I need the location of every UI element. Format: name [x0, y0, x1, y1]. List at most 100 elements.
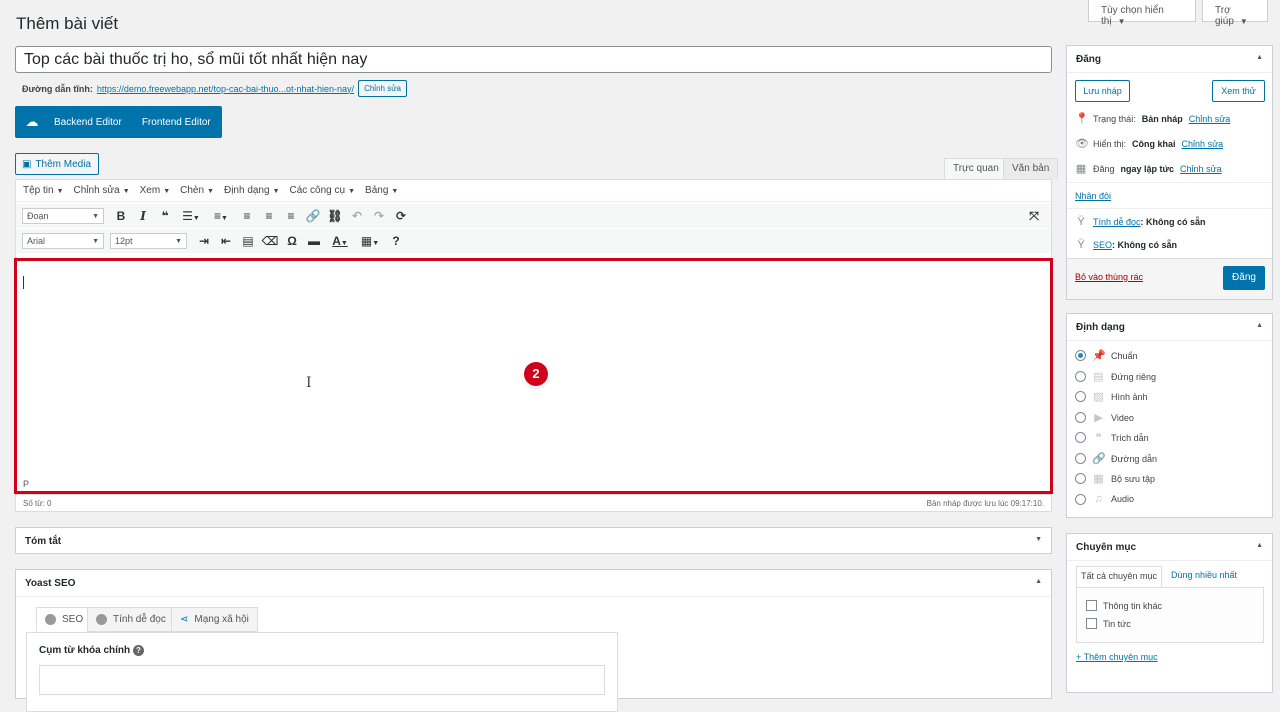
link-icon[interactable]: 🔗 [302, 209, 324, 223]
category-item[interactable]: Thông tin khác [1086, 600, 1162, 611]
link-icon: 🔗 [1092, 453, 1106, 465]
add-category-link[interactable]: + Thêm chuyên mục [1076, 652, 1158, 662]
readability-link[interactable]: Tính dễ đọc [1093, 217, 1141, 227]
bold-icon[interactable]: B [110, 209, 132, 223]
ibeam-cursor-icon: I [306, 375, 312, 391]
horizontal-line-icon[interactable]: ▬ [303, 234, 325, 248]
format-option-gallery[interactable]: ▦ Bộ sưu tập [1075, 472, 1155, 485]
focus-keyphrase-input[interactable] [39, 665, 605, 695]
category-list [1076, 587, 1264, 643]
caret-up-icon[interactable]: ▲ [1256, 322, 1263, 332]
status-dot-icon [96, 614, 107, 625]
editor-status-bar: Số từ: 0 Bản nháp được lưu lúc 09:17:10. [16, 494, 1051, 511]
format-option-standard[interactable]: 📌 Chuẩn [1075, 349, 1138, 362]
permalink-label: Đường dẫn tĩnh: [22, 83, 93, 94]
menu-table[interactable]: Bảng ▼ [365, 185, 398, 196]
aside-icon: ▤ [1093, 371, 1104, 383]
clear-format-icon[interactable]: ⌫ [259, 234, 281, 248]
menu-format[interactable]: Định dạng ▼ [224, 185, 280, 196]
permalink-url[interactable]: https://demo.freewebapp.net/top-cac-bai-… [97, 84, 354, 94]
visibility-edit-link[interactable]: Chỉnh sửa [1182, 139, 1224, 149]
outdent-icon[interactable]: ⇤ [215, 234, 237, 248]
format-option-audio[interactable]: ♫ Audio [1075, 493, 1134, 505]
status-edit-link[interactable]: Chỉnh sửa [1189, 114, 1231, 124]
table-icon[interactable]: ▦▼ [355, 234, 385, 248]
post-status-row: 📍 Trạng thái: Bản nháp Chỉnh sửa [1075, 113, 1231, 125]
excerpt-box[interactable]: Tóm tắt ▼ [15, 527, 1052, 554]
menu-view[interactable]: Xem ▼ [140, 185, 171, 196]
yoast-tab-social[interactable]: ⋖ Mạng xã hội [171, 607, 258, 632]
paragraph-format-select[interactable]: Đoạn ▼ [22, 208, 104, 224]
menu-insert[interactable]: Chèn ▼ [180, 185, 214, 196]
permalink-edit-button[interactable]: Chỉnh sửa [358, 80, 407, 97]
frontend-editor-button[interactable]: Frontend Editor [142, 117, 211, 128]
duplicate-link[interactable]: Nhân đôi [1075, 191, 1111, 201]
publish-button[interactable]: Đăng [1223, 266, 1265, 290]
builder-logo-icon: ☁ [25, 114, 39, 129]
yoast-tab-seo[interactable]: SEO [36, 607, 93, 632]
help-tab[interactable]: Trợ giúp ▼ [1202, 0, 1268, 27]
category-tab-popular[interactable]: Dùng nhiều nhất [1171, 570, 1237, 580]
font-size-select[interactable]: 12pt ▼ [110, 233, 187, 249]
format-option-image[interactable]: ▨ Hình ảnh [1075, 390, 1148, 403]
text-color-icon[interactable]: A▼ [325, 234, 355, 248]
align-center-icon[interactable]: ≡ [258, 209, 280, 223]
caret-up-icon[interactable]: ▲ [1256, 542, 1263, 552]
editor-content-area[interactable]: I 2 P [14, 258, 1053, 494]
trash-link[interactable]: Bỏ vào thùng rác [1075, 272, 1143, 282]
yoast-tab-readability[interactable]: Tính dễ đọc [87, 607, 175, 632]
caret-up-icon[interactable]: ▲ [1035, 578, 1042, 588]
seo-row: Ÿ SEO: Không có sẵn [1075, 239, 1177, 251]
font-family-select[interactable]: Arial ▼ [22, 233, 104, 249]
blockquote-icon[interactable]: ❝ [154, 209, 176, 223]
format-option-video[interactable]: ▶ Video [1075, 411, 1134, 424]
quote-icon: ❝ [1095, 432, 1102, 444]
post-title-input[interactable]: Top các bài thuốc trị ho, sổ mũi tốt nhấ… [15, 46, 1052, 73]
indent-icon[interactable]: ⇥ [193, 234, 215, 248]
backend-editor-button[interactable]: Backend Editor [54, 117, 122, 128]
radio-icon [1075, 432, 1086, 443]
category-item[interactable]: Tin tức [1086, 618, 1131, 629]
numbered-list-icon[interactable]: ≡▼ [206, 209, 236, 223]
menu-file[interactable]: Tệp tin ▼ [23, 185, 64, 196]
align-left-icon[interactable]: ≡ [236, 209, 258, 223]
seo-link[interactable]: SEO [1093, 240, 1112, 250]
calendar-icon: ▦ [1075, 163, 1087, 175]
permalink: Đường dẫn tĩnh: https://demo.freewebapp.… [22, 80, 407, 97]
radio-icon [1075, 371, 1086, 382]
omega-icon[interactable]: Ω [281, 234, 303, 248]
screen-options-tab[interactable]: Tùy chọn hiển thị ▼ [1088, 0, 1196, 27]
caret-down-icon: ▼ [1239, 17, 1248, 26]
menu-edit[interactable]: Chỉnh sửa ▼ [74, 185, 130, 196]
checkbox-icon [1086, 600, 1097, 611]
caret-down-icon: ▼ [92, 237, 99, 245]
fullscreen-icon[interactable]: ⤧ [1023, 209, 1045, 224]
save-draft-button[interactable]: Lưu nháp [1075, 80, 1130, 102]
caret-up-icon[interactable]: ▲ [1256, 54, 1263, 64]
screen-options-label: Tùy chọn hiển thị [1101, 5, 1164, 27]
undo-icon[interactable]: ↶ [346, 209, 368, 223]
paste-text-icon[interactable]: ▤ [237, 234, 259, 248]
refresh-icon[interactable]: ⟳ [390, 209, 412, 223]
add-media-button[interactable]: ▣ Thêm Media [15, 153, 99, 175]
visibility-row: 👁 Hiển thị: Công khai Chỉnh sửa [1075, 138, 1224, 150]
add-media-label: Thêm Media [35, 158, 92, 170]
format-option-aside[interactable]: ▤ Đứng riêng [1075, 370, 1156, 383]
category-tab-all[interactable]: Tất cả chuyên mục [1076, 566, 1163, 588]
schedule-edit-link[interactable]: Chỉnh sửa [1180, 164, 1222, 174]
tab-visual[interactable]: Trực quan [944, 158, 1008, 179]
format-option-link[interactable]: 🔗 Đường dẫn [1075, 452, 1157, 465]
menu-tools[interactable]: Các công cụ ▼ [290, 185, 356, 196]
bullet-list-icon[interactable]: ☰▼ [176, 209, 206, 223]
preview-button[interactable]: Xem thử [1212, 80, 1265, 102]
italic-icon[interactable]: I [132, 209, 154, 223]
radio-icon [1075, 350, 1086, 361]
format-option-quote[interactable]: ❝ Trích dẫn [1075, 431, 1149, 444]
unlink-icon[interactable]: ⛓ [324, 209, 346, 223]
excerpt-title: Tóm tắt [25, 536, 62, 547]
help-icon[interactable]: ? [385, 234, 407, 248]
checkbox-icon [1086, 618, 1097, 629]
redo-icon[interactable]: ↷ [368, 209, 390, 223]
align-right-icon[interactable]: ≡ [280, 209, 302, 223]
tab-text[interactable]: Văn bản [1003, 158, 1059, 179]
